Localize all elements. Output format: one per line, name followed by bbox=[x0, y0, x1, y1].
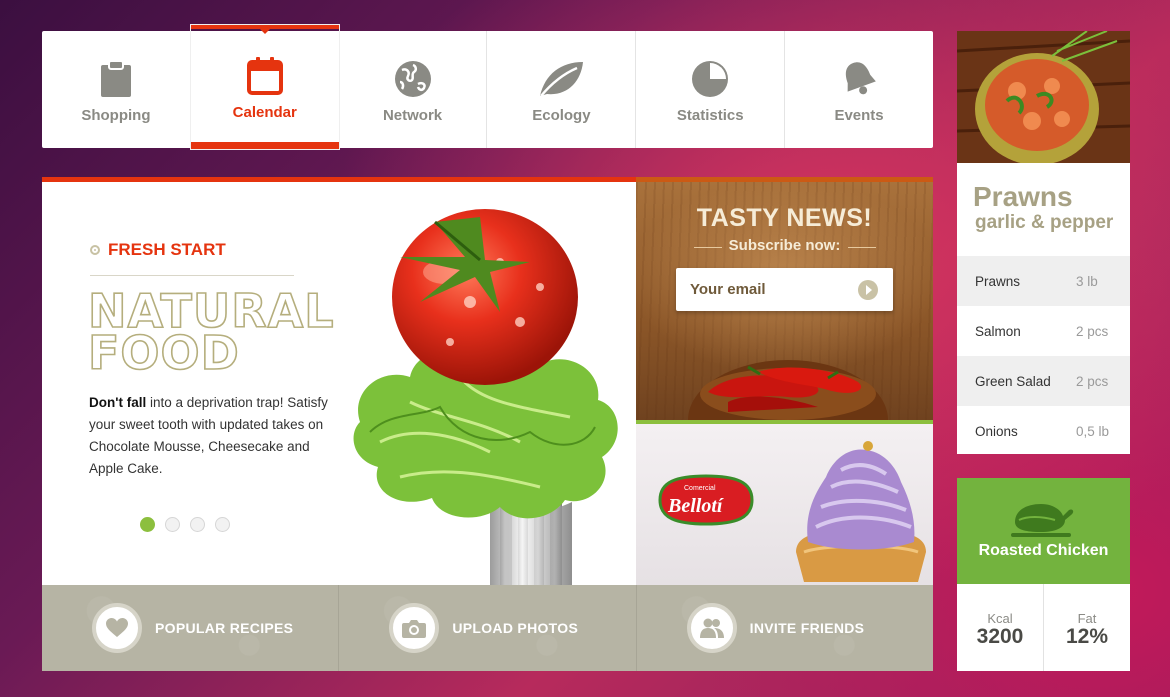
slider-dot-4[interactable] bbox=[215, 517, 230, 532]
main-nav: Shopping Calendar Network Ecology Statis… bbox=[42, 25, 933, 149]
ingredient-name: Green Salad bbox=[975, 373, 1051, 389]
bell-icon bbox=[841, 59, 877, 99]
globe-icon bbox=[394, 59, 432, 99]
invite-friends-button[interactable]: INVITE FRIENDS bbox=[636, 585, 933, 671]
submit-arrow-icon[interactable] bbox=[858, 280, 878, 300]
nav-item-calendar[interactable]: Calendar bbox=[190, 25, 339, 149]
dessert-image bbox=[796, 441, 926, 582]
camera-icon bbox=[389, 603, 440, 653]
nav-label-calendar: Calendar bbox=[232, 104, 297, 121]
newsletter-title: TASTY NEWS! bbox=[696, 204, 873, 232]
heart-icon bbox=[92, 603, 142, 653]
leaf-icon bbox=[537, 59, 585, 99]
action-bar: POPULAR RECIPES UPLOAD PHOTOS INVITE FRI… bbox=[42, 585, 933, 671]
pie-chart-icon bbox=[691, 59, 729, 99]
nav-item-network[interactable]: Network bbox=[339, 31, 488, 148]
nav-item-events[interactable]: Events bbox=[785, 31, 933, 148]
nav-item-ecology[interactable]: Ecology bbox=[487, 31, 637, 148]
hero-description-bold: Don't fall bbox=[89, 395, 147, 410]
list-item: Onions 0,5 lb bbox=[957, 406, 1130, 456]
popular-recipes-label: POPULAR RECIPES bbox=[155, 620, 294, 636]
recipe-title: Prawns bbox=[973, 181, 1073, 212]
nav-label-shopping: Shopping bbox=[81, 107, 151, 124]
fat-stat: Fat 12% bbox=[1044, 584, 1130, 671]
fat-value: 12% bbox=[1065, 625, 1109, 648]
hero-title: NATURAL FOOD bbox=[87, 287, 338, 380]
kcal-stat: Kcal 3200 bbox=[957, 584, 1044, 671]
upload-photos-button[interactable]: UPLOAD PHOTOS bbox=[339, 585, 637, 671]
invite-friends-label: INVITE FRIENDS bbox=[749, 620, 865, 636]
ingredient-name: Salmon bbox=[975, 323, 1021, 339]
brand-text: Bellotí bbox=[667, 495, 724, 517]
brand-small-text: Comercial bbox=[684, 485, 716, 492]
slider-dots bbox=[140, 517, 230, 532]
ingredient-qty: 2 pcs bbox=[1076, 323, 1109, 339]
ingredient-name: Prawns bbox=[975, 273, 1021, 289]
friends-icon bbox=[686, 603, 737, 653]
newsletter-subtitle: Subscribe now: bbox=[728, 237, 841, 254]
email-form bbox=[676, 268, 893, 311]
fresh-start-kicker: FRESH START bbox=[90, 240, 226, 260]
roast-chicken-icon bbox=[1011, 504, 1074, 537]
nav-label-network: Network bbox=[382, 107, 443, 124]
ingredient-qty: 2 pcs bbox=[1076, 373, 1109, 389]
calendar-icon bbox=[246, 56, 283, 96]
recipe-card[interactable]: Prawns garlic & pepper Prawns 3 lb Salmo… bbox=[957, 31, 1130, 454]
kcal-label: Kcal bbox=[987, 611, 1013, 626]
chili-bowl-image bbox=[688, 360, 888, 420]
nav-label-statistics: Statistics bbox=[676, 107, 744, 124]
list-item: Green Salad 2 pcs bbox=[957, 356, 1130, 406]
slider-dot-2[interactable] bbox=[165, 517, 180, 532]
nav-label-events: Events bbox=[834, 107, 884, 124]
divider bbox=[848, 247, 876, 248]
hero-description: Don't fall into a deprivation trap! Sati… bbox=[89, 392, 329, 480]
bellotti-logo: Comercial Bellotí bbox=[658, 474, 754, 526]
list-item: Salmon 2 pcs bbox=[957, 306, 1130, 356]
ingredient-qty: 3 lb bbox=[1076, 273, 1098, 289]
slider-dot-1[interactable] bbox=[140, 517, 155, 532]
chicken-title: Roasted Chicken bbox=[978, 542, 1109, 559]
upload-photos-label: UPLOAD PHOTOS bbox=[452, 620, 579, 636]
email-field[interactable] bbox=[690, 268, 855, 311]
fat-label: Fat bbox=[1077, 611, 1097, 626]
nav-item-shopping[interactable]: Shopping bbox=[42, 31, 191, 148]
prawns-dish-image bbox=[957, 31, 1130, 163]
divider bbox=[90, 275, 294, 276]
clipboard-icon bbox=[100, 59, 132, 99]
nav-label-ecology: Ecology bbox=[532, 107, 591, 124]
kicker-label: FRESH START bbox=[108, 240, 226, 259]
ingredient-list: Prawns 3 lb Salmon 2 pcs Green Salad 2 p… bbox=[957, 256, 1130, 456]
hero-title-line2: FOOD bbox=[87, 326, 240, 380]
ingredient-qty: 0,5 lb bbox=[1076, 423, 1110, 439]
list-item: Prawns 3 lb bbox=[957, 256, 1130, 306]
slider-dot-3[interactable] bbox=[190, 517, 205, 532]
promo-banner[interactable]: Comercial Bellotí bbox=[636, 424, 933, 585]
recipe-subtitle: garlic & pepper bbox=[975, 212, 1114, 233]
roasted-chicken-card[interactable]: Roasted Chicken Kcal 3200 Fat 12% bbox=[957, 478, 1130, 671]
nav-item-statistics[interactable]: Statistics bbox=[636, 31, 786, 148]
popular-recipes-button[interactable]: POPULAR RECIPES bbox=[42, 585, 340, 671]
circle-bullet-icon bbox=[90, 245, 100, 255]
newsletter-panel: TASTY NEWS! Subscribe now: bbox=[636, 182, 933, 420]
hero-slide: FRESH START NATURAL FOOD Don't fall into… bbox=[42, 182, 636, 585]
main-panel: FRESH START NATURAL FOOD Don't fall into… bbox=[42, 177, 933, 671]
kcal-value: 3200 bbox=[976, 625, 1024, 648]
ingredient-name: Onions bbox=[975, 423, 1018, 439]
chicken-header: Roasted Chicken bbox=[957, 478, 1130, 584]
tomato-fork-image bbox=[353, 209, 618, 585]
nutrition-stats: Kcal 3200 Fat 12% bbox=[957, 584, 1130, 671]
